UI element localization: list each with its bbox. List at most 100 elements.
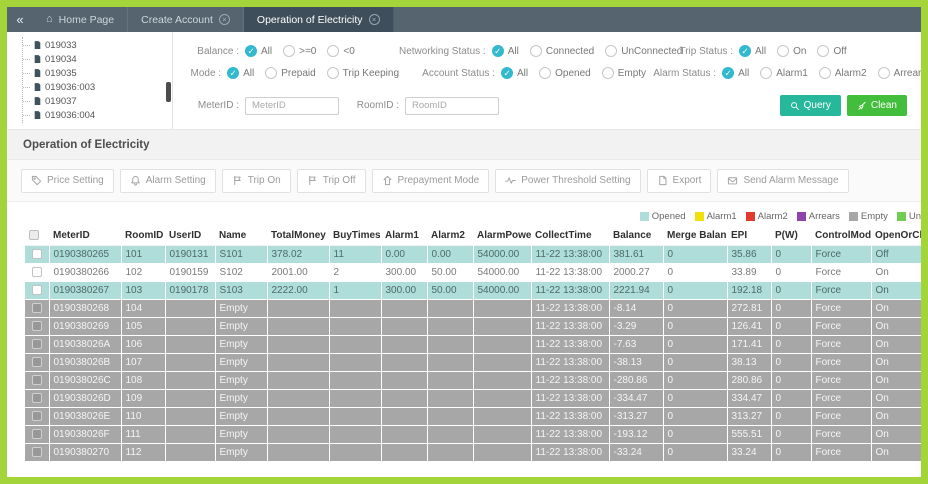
column-header-epi[interactable]: EPI <box>727 226 771 245</box>
row-checkbox[interactable] <box>32 249 42 259</box>
radio-icon[interactable] <box>760 67 772 79</box>
radio-option-balance-all[interactable]: ✓All <box>245 45 272 57</box>
column-header-controlmode[interactable]: ControlMode <box>811 226 871 245</box>
meterid-input[interactable] <box>245 97 339 115</box>
radio-option-trip-status-on[interactable]: On <box>777 45 806 57</box>
row-checkbox[interactable] <box>32 285 42 295</box>
radio-option-trip-status-all[interactable]: ✓All <box>739 45 766 57</box>
column-header-buytimes[interactable]: BuyTimes <box>329 226 381 245</box>
row-checkbox[interactable] <box>32 393 42 403</box>
radio-checked-icon[interactable]: ✓ <box>227 67 239 79</box>
column-header-p-w[interactable]: P(W) <box>771 226 811 245</box>
radio-icon[interactable] <box>283 45 295 57</box>
radio-icon[interactable] <box>539 67 551 79</box>
radio-checked-icon[interactable]: ✓ <box>501 67 513 79</box>
roomid-input[interactable] <box>405 97 499 115</box>
tree-item-019035[interactable]: 019035 <box>23 66 172 80</box>
row-checkbox[interactable] <box>32 303 42 313</box>
column-header-name[interactable]: Name <box>215 226 267 245</box>
column-header-userid[interactable]: UserID <box>165 226 215 245</box>
radio-option-alarm-status-arrears[interactable]: Arrears <box>878 67 927 79</box>
radio-checked-icon[interactable]: ✓ <box>492 45 504 57</box>
radio-option-account-status-all[interactable]: ✓All <box>501 67 528 79</box>
table-row[interactable]: 0190380270112Empty11-22 13:38:00-33.2403… <box>25 443 921 461</box>
tab-operation-of-electricity[interactable]: Operation of Electricity× <box>244 7 394 32</box>
table-row[interactable]: 01903802671030190178S1032222.001300.0050… <box>25 281 921 299</box>
trip-off-button[interactable]: Trip Off <box>297 169 366 193</box>
radio-option-balance-0[interactable]: <0 <box>327 45 354 57</box>
close-icon[interactable]: × <box>369 14 380 25</box>
table-row[interactable]: 019038026C108Empty11-22 13:38:00-280.860… <box>25 371 921 389</box>
radio-icon[interactable] <box>777 45 789 57</box>
column-header-totalmoney[interactable]: TotalMoney <box>267 226 329 245</box>
radio-option-balance-0[interactable]: >=0 <box>283 45 316 57</box>
column-header-collecttime[interactable]: CollectTime <box>531 226 609 245</box>
select-all-header[interactable] <box>25 226 49 245</box>
radio-option-networking-status-all[interactable]: ✓All <box>492 45 519 57</box>
export-button[interactable]: Export <box>647 169 712 193</box>
radio-icon[interactable] <box>602 67 614 79</box>
radio-option-trip-status-off[interactable]: Off <box>817 45 846 57</box>
table-row[interactable]: 019038026E110Empty11-22 13:38:00-313.270… <box>25 407 921 425</box>
radio-icon[interactable] <box>265 67 277 79</box>
table-row[interactable]: 019038026D109Empty11-22 13:38:00-334.470… <box>25 389 921 407</box>
select-all-checkbox[interactable] <box>29 230 39 240</box>
row-checkbox[interactable] <box>32 339 42 349</box>
radio-option-mode-trip-keeping[interactable]: Trip Keeping <box>327 67 399 79</box>
radio-checked-icon[interactable]: ✓ <box>739 45 751 57</box>
radio-icon[interactable] <box>819 67 831 79</box>
table-row[interactable]: 019038026A106Empty11-22 13:38:00-7.63017… <box>25 335 921 353</box>
row-checkbox[interactable] <box>32 321 42 331</box>
row-checkbox[interactable] <box>32 411 42 421</box>
radio-icon[interactable] <box>878 67 890 79</box>
table-row[interactable]: 019038026B107Empty11-22 13:38:00-38.1303… <box>25 353 921 371</box>
tree-item-019037[interactable]: 019037 <box>23 94 172 108</box>
radio-option-alarm-status-alarm1[interactable]: Alarm1 <box>760 67 808 79</box>
radio-option-account-status-empty[interactable]: Empty <box>602 67 646 79</box>
row-checkbox[interactable] <box>32 447 42 457</box>
column-header-alarmpower[interactable]: AlarmPower <box>473 226 531 245</box>
column-header-merge-balanc[interactable]: Merge Balanc <box>663 226 727 245</box>
column-header-alarm1[interactable]: Alarm1 <box>381 226 427 245</box>
table-row[interactable]: 019038026F111Empty11-22 13:38:00-193.120… <box>25 425 921 443</box>
row-checkbox[interactable] <box>32 357 42 367</box>
price-setting-button[interactable]: Price Setting <box>21 169 114 193</box>
query-button[interactable]: Query <box>780 95 841 116</box>
collapse-tabs-icon[interactable]: « <box>7 7 33 32</box>
tab-create-account[interactable]: Create Account× <box>128 7 244 32</box>
table-row[interactable]: 0190380268104Empty11-22 13:38:00-8.14027… <box>25 299 921 317</box>
table-row[interactable]: 0190380269105Empty11-22 13:38:00-3.29012… <box>25 317 921 335</box>
trip-on-button[interactable]: Trip On <box>222 169 291 193</box>
row-checkbox[interactable] <box>32 375 42 385</box>
clean-button[interactable]: Clean <box>847 95 907 116</box>
power-threshold-setting-button[interactable]: Power Threshold Setting <box>495 169 640 193</box>
radio-option-networking-status-connected[interactable]: Connected <box>530 45 594 57</box>
radio-checked-icon[interactable]: ✓ <box>722 67 734 79</box>
radio-icon[interactable] <box>530 45 542 57</box>
row-checkbox[interactable] <box>32 429 42 439</box>
column-header-openorclose[interactable]: OpenOrClose <box>871 226 921 245</box>
column-header-balance[interactable]: Balance <box>609 226 663 245</box>
radio-option-alarm-status-alarm2[interactable]: Alarm2 <box>819 67 867 79</box>
radio-icon[interactable] <box>327 45 339 57</box>
column-header-alarm2[interactable]: Alarm2 <box>427 226 473 245</box>
radio-option-account-status-opened[interactable]: Opened <box>539 67 591 79</box>
radio-icon[interactable] <box>817 45 829 57</box>
table-row[interactable]: 01903802651010190131S101378.02110.000.00… <box>25 245 921 263</box>
tab-home-page[interactable]: ⌂Home Page <box>33 7 128 32</box>
radio-icon[interactable] <box>605 45 617 57</box>
sidebar-scrollbar[interactable] <box>166 82 171 102</box>
tree-item-019034[interactable]: 019034 <box>23 52 172 66</box>
radio-checked-icon[interactable]: ✓ <box>245 45 257 57</box>
alarm-setting-button[interactable]: Alarm Setting <box>120 169 216 193</box>
send-alarm-message-button[interactable]: Send Alarm Message <box>717 169 848 193</box>
radio-option-mode-prepaid[interactable]: Prepaid <box>265 67 315 79</box>
table-row[interactable]: 01903802661020190159S1022001.002300.0050… <box>25 263 921 281</box>
tree-item-019036-004[interactable]: 019036:004 <box>23 108 172 122</box>
radio-option-mode-all[interactable]: ✓All <box>227 67 254 79</box>
close-icon[interactable]: × <box>219 14 230 25</box>
tree-item-019036-003[interactable]: 019036:003 <box>23 80 172 94</box>
column-header-meterid[interactable]: MeterID <box>49 226 121 245</box>
row-checkbox[interactable] <box>32 267 42 277</box>
radio-icon[interactable] <box>327 67 339 79</box>
